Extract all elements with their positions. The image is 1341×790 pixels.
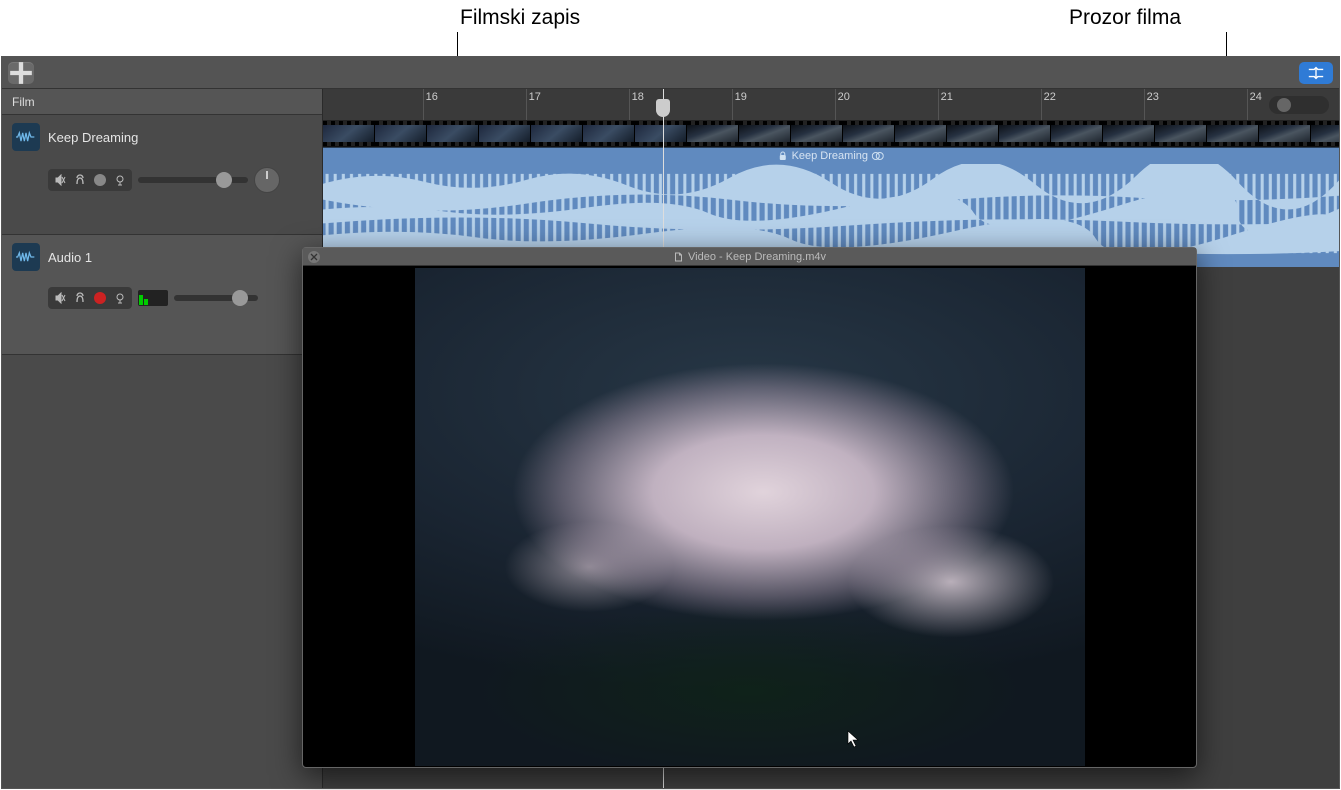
film-track-header[interactable]: Film xyxy=(2,89,322,115)
filter-icon xyxy=(1307,66,1325,80)
ruler-tick: 23 xyxy=(1144,89,1161,120)
film-frame xyxy=(479,121,531,146)
region-name: Keep Dreaming xyxy=(792,150,868,162)
annotation-prozor-filma: Prozor filma xyxy=(1069,6,1181,30)
video-window[interactable]: Video - Keep Dreaming.m4v xyxy=(302,247,1197,768)
plus-icon xyxy=(8,60,34,86)
zoom-toggle[interactable] xyxy=(1269,96,1329,114)
pan-knob[interactable] xyxy=(254,167,280,193)
callout-line xyxy=(457,32,458,56)
record-enable-button[interactable] xyxy=(90,171,110,189)
film-frame xyxy=(583,121,635,146)
record-enable-button[interactable] xyxy=(90,289,110,307)
film-frame xyxy=(531,121,583,146)
audio-track-icon xyxy=(12,243,40,271)
annotation-filmski-zapis: Filmski zapis xyxy=(460,6,580,30)
ruler[interactable]: 16 17 18 19 20 21 22 23 24 xyxy=(323,89,1339,121)
solo-button[interactable] xyxy=(70,171,90,189)
solo-button[interactable] xyxy=(70,289,90,307)
audio-track-icon xyxy=(12,123,40,151)
stereo-icon xyxy=(872,151,884,161)
track-row[interactable]: Keep Dreaming xyxy=(2,115,322,235)
ruler-tick: 22 xyxy=(1041,89,1058,120)
cursor-icon xyxy=(847,730,861,753)
ruler-tick: 24 xyxy=(1247,89,1264,120)
playhead-handle[interactable] xyxy=(656,99,670,117)
volume-slider[interactable] xyxy=(174,295,258,301)
video-frame xyxy=(415,268,1085,766)
film-frame xyxy=(1051,121,1103,146)
mute-button[interactable] xyxy=(50,171,70,189)
input-monitor-button[interactable] xyxy=(110,171,130,189)
track-button-group xyxy=(48,287,132,309)
mute-button[interactable] xyxy=(50,289,70,307)
ruler-tick: 16 xyxy=(423,89,440,120)
video-titlebar[interactable]: Video - Keep Dreaming.m4v xyxy=(303,248,1196,266)
document-icon xyxy=(673,252,683,262)
film-frame xyxy=(1311,121,1339,146)
track-row[interactable]: Audio 1 xyxy=(2,235,322,355)
ruler-tick: 20 xyxy=(835,89,852,120)
slider-knob[interactable] xyxy=(216,172,232,188)
film-frame xyxy=(1207,121,1259,146)
close-icon xyxy=(310,253,318,261)
input-monitor-button[interactable] xyxy=(110,289,130,307)
track-name: Audio 1 xyxy=(48,250,92,265)
filter-toggle-button[interactable] xyxy=(1299,62,1333,84)
volume-slider[interactable] xyxy=(138,177,248,183)
close-button[interactable] xyxy=(308,251,320,263)
film-frame xyxy=(1155,121,1207,146)
film-frame xyxy=(791,121,843,146)
film-track[interactable] xyxy=(323,121,1339,147)
track-button-group xyxy=(48,169,132,191)
toolbar xyxy=(2,57,1339,89)
ruler-tick: 19 xyxy=(732,89,749,120)
film-frame xyxy=(427,121,479,146)
film-frame xyxy=(843,121,895,146)
film-frame xyxy=(895,121,947,146)
add-track-button[interactable] xyxy=(8,62,34,84)
video-content xyxy=(303,266,1196,767)
film-frame xyxy=(999,121,1051,146)
film-frame xyxy=(323,121,375,146)
zoom-knob[interactable] xyxy=(1277,98,1291,112)
film-frame xyxy=(635,121,687,146)
video-window-title: Video - Keep Dreaming.m4v xyxy=(688,251,826,263)
lock-icon xyxy=(778,151,788,161)
level-meter xyxy=(138,290,168,306)
slider-knob[interactable] xyxy=(232,290,248,306)
region-label: Keep Dreaming xyxy=(778,150,884,162)
film-frame xyxy=(739,121,791,146)
film-frame xyxy=(947,121,999,146)
track-sidebar: Film Keep Dreaming xyxy=(2,89,323,788)
film-frame xyxy=(1103,121,1155,146)
film-frame xyxy=(687,121,739,146)
ruler-tick: 21 xyxy=(938,89,955,120)
ruler-tick: 18 xyxy=(629,89,646,120)
film-frame xyxy=(375,121,427,146)
ruler-tick: 17 xyxy=(526,89,543,120)
track-name: Keep Dreaming xyxy=(48,130,138,145)
film-frame xyxy=(1259,121,1311,146)
